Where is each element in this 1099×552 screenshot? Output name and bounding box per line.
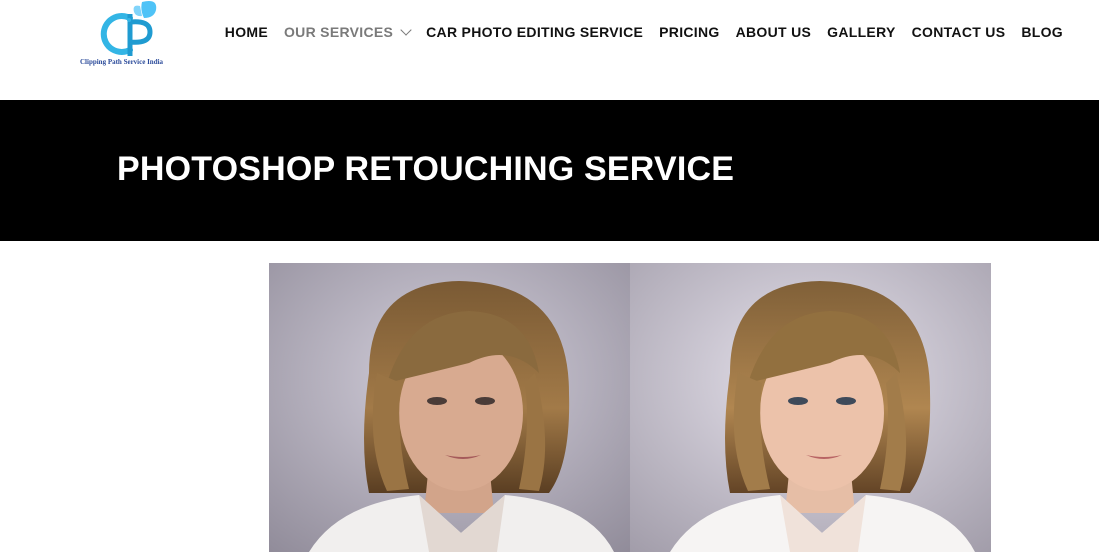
before-photo	[269, 263, 630, 552]
chevron-down-icon[interactable]	[400, 23, 412, 36]
nav-home-label: HOME	[224, 24, 268, 40]
main-nav: HOME OUR SERVICES CAR PHOTO EDITING SERV…	[225, 23, 1063, 41]
before-after-comparison	[269, 263, 991, 552]
after-photo	[630, 263, 991, 552]
nav-home[interactable]: HOME	[225, 23, 268, 41]
nav-our-services[interactable]: OUR SERVICES	[283, 23, 412, 41]
nav-car-photo-editing-label: CAR PHOTO EDITING SERVICE	[426, 24, 644, 40]
nav-about-us-label: ABOUT US	[735, 24, 812, 40]
portrait-photo-after-icon	[630, 263, 991, 552]
nav-about-us[interactable]: ABOUT US	[736, 23, 812, 41]
nav-gallery-label: GALLERY	[827, 24, 896, 40]
nav-contact-us[interactable]: CONTACT US	[912, 23, 1006, 41]
nav-car-photo-editing[interactable]: CAR PHOTO EDITING SERVICE	[426, 23, 643, 41]
site-header: Clipping Path Service India HOME OUR SER…	[0, 0, 1099, 100]
page-banner: PHOTOSHOP RETOUCHING SERVICE	[0, 100, 1099, 241]
portrait-photo-before-icon	[269, 263, 630, 552]
page-title: PHOTOSHOP RETOUCHING SERVICE	[117, 150, 735, 188]
site-logo[interactable]: Clipping Path Service India	[78, 0, 194, 72]
nav-blog[interactable]: BLOG	[1021, 23, 1063, 41]
logo-text: Clipping Path Service India	[80, 58, 164, 66]
nav-pricing[interactable]: PRICING	[659, 23, 719, 41]
nav-blog-label: BLOG	[1021, 24, 1063, 40]
cp-butterfly-logo-icon	[100, 1, 157, 56]
nav-contact-us-label: CONTACT US	[911, 24, 1006, 40]
nav-our-services-label: OUR SERVICES	[283, 24, 394, 40]
nav-gallery[interactable]: GALLERY	[827, 23, 895, 41]
nav-pricing-label: PRICING	[659, 24, 720, 40]
